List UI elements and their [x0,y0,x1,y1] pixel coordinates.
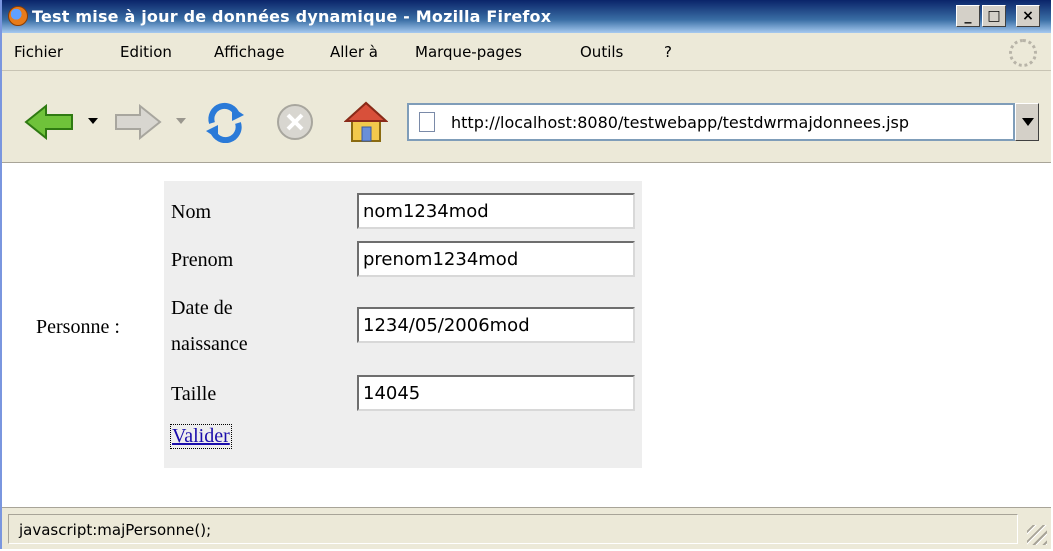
status-pane: javascript:majPersonne(); [8,514,1018,544]
page-content: Personne : Nom nom1234mod Prenom prenom1… [2,163,1051,507]
stop-icon[interactable] [276,103,314,141]
navigation-toolbar: http://localhost:8080/testwebapp/testdwr… [2,71,1051,163]
prenom-input[interactable]: prenom1234mod [357,241,635,277]
menu-marque-pages[interactable]: Marque-pages [415,43,522,61]
valider-link[interactable]: Valider [170,424,232,449]
menu-aller-a[interactable]: Aller à [330,43,378,61]
maximize-button[interactable]: □ [982,5,1006,27]
back-arrow-icon[interactable] [24,104,76,140]
menu-edition[interactable]: Edition [120,43,172,61]
forward-arrow-icon[interactable] [114,104,162,140]
date-naissance-label-line2: naissance [171,333,248,355]
personne-label: Personne : [36,316,120,338]
menu-help[interactable]: ? [664,43,672,61]
chevron-down-icon [1022,118,1034,126]
back-dropdown-icon[interactable] [88,118,98,126]
reload-icon[interactable] [204,101,246,143]
browser-window: Test mise à jour de données dynamique - … [0,0,1051,549]
date-naissance-label-line1: Date de [171,297,233,319]
forward-dropdown-icon[interactable] [176,118,186,126]
status-text: javascript:majPersonne(); [19,521,212,539]
person-form: Nom nom1234mod Prenom prenom1234mod Date… [164,181,642,468]
home-icon[interactable] [344,101,388,143]
nom-label: Nom [171,201,211,223]
minimize-button[interactable]: _ [956,5,980,27]
window-title: Test mise à jour de données dynamique - … [32,7,552,26]
title-bar[interactable]: Test mise à jour de données dynamique - … [2,0,1051,33]
url-bar[interactable]: http://localhost:8080/testwebapp/testdwr… [407,103,1015,141]
taille-label: Taille [171,383,217,405]
resize-grip-icon[interactable] [1027,525,1047,545]
prenom-label: Prenom [171,249,234,271]
menu-outils[interactable]: Outils [580,43,623,61]
page-icon [419,112,435,132]
taille-input[interactable]: 14045 [357,375,635,411]
status-bar: javascript:majPersonne(); [2,507,1051,549]
url-text[interactable]: http://localhost:8080/testwebapp/testdwr… [451,113,909,132]
nom-input[interactable]: nom1234mod [357,193,635,229]
menu-bar: Fichier Edition Affichage Aller à Marque… [2,33,1051,71]
menu-fichier[interactable]: Fichier [14,43,63,61]
firefox-icon [8,6,28,26]
menu-affichage[interactable]: Affichage [214,43,284,61]
close-button[interactable]: × [1016,5,1040,27]
date-naissance-input[interactable]: 1234/05/2006mod [357,307,635,343]
throbber-icon [1009,39,1037,67]
url-history-dropdown[interactable] [1015,103,1039,141]
